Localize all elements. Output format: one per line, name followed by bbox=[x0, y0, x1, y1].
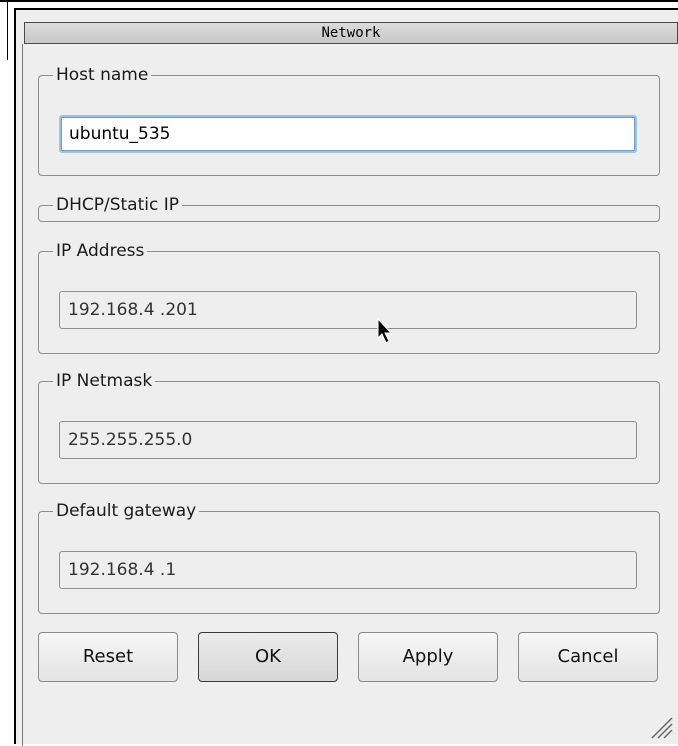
dialog-title[interactable]: Network bbox=[24, 22, 678, 44]
host-name-input[interactable]: ubuntu_535 bbox=[59, 115, 637, 153]
default-gateway-legend: Default gateway bbox=[56, 501, 197, 521]
resize-grip-icon[interactable] bbox=[648, 714, 674, 740]
dhcp-static-group: DHCP/Static IP bbox=[38, 196, 660, 222]
ok-button[interactable]: OK bbox=[198, 632, 338, 682]
cancel-button[interactable]: Cancel bbox=[518, 632, 658, 682]
desktop-top-line bbox=[0, 0, 678, 2]
ip-netmask-legend: IP Netmask bbox=[56, 371, 153, 391]
default-gateway-input[interactable]: 192.168.4 .1 bbox=[59, 551, 637, 589]
ip-address-input[interactable]: 192.168.4 .201 bbox=[59, 291, 637, 329]
ip-address-legend: IP Address bbox=[56, 241, 145, 261]
desktop-edge-line bbox=[7, 0, 8, 60]
reset-button[interactable]: Reset bbox=[38, 632, 178, 682]
dhcp-static-legend: DHCP/Static IP bbox=[56, 195, 180, 215]
apply-button[interactable]: Apply bbox=[358, 632, 498, 682]
ip-netmask-input[interactable]: 255.255.255.0 bbox=[59, 421, 637, 459]
mouse-pointer-icon bbox=[377, 318, 393, 344]
desktop-background bbox=[0, 0, 8, 744]
host-name-legend: Host name bbox=[56, 65, 149, 85]
